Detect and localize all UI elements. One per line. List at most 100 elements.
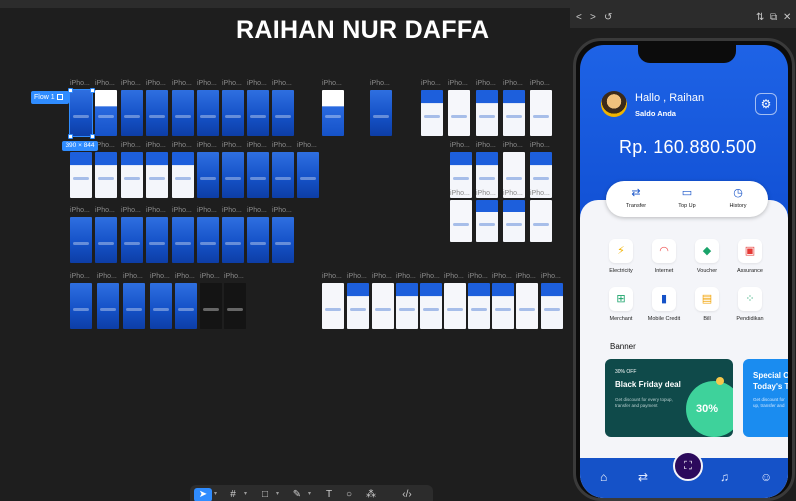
design-frame[interactable]: iPho... xyxy=(247,80,269,136)
design-frame[interactable]: iPho... xyxy=(200,273,222,329)
frame-tool-icon[interactable]: # xyxy=(224,488,242,501)
design-frame[interactable]: iPho... xyxy=(448,80,470,136)
design-frame[interactable]: iPho... xyxy=(247,207,269,263)
user-icon[interactable]: ☺ xyxy=(760,470,772,484)
design-frame[interactable]: iPho... xyxy=(247,142,269,198)
dev-mode-icon[interactable]: ‹/› xyxy=(398,488,416,501)
home-icon[interactable]: ⌂ xyxy=(600,470,607,484)
design-frame[interactable]: iPho... xyxy=(541,273,563,329)
resize-handle[interactable] xyxy=(90,134,95,139)
forward-icon[interactable]: > xyxy=(590,12,596,23)
move-tool-icon[interactable]: ➤ xyxy=(194,488,212,501)
design-frame[interactable]: iPho... xyxy=(222,142,244,198)
design-frame[interactable]: iPho... xyxy=(272,207,294,263)
service-electricity[interactable]: ⚡ Electricity xyxy=(601,239,641,274)
transfer-button[interactable]: ⇄ Transfer xyxy=(614,186,658,209)
bell-icon[interactable]: ♫ xyxy=(720,470,729,484)
service-assurance[interactable]: ▣ Assurance xyxy=(730,239,770,274)
design-frame[interactable]: iPho... xyxy=(197,80,219,136)
design-frame[interactable]: iPho... xyxy=(123,273,145,329)
design-frame[interactable]: iPho... xyxy=(197,207,219,263)
design-frame[interactable]: iPho... xyxy=(150,273,172,329)
design-frame[interactable]: iPho... xyxy=(70,207,92,263)
resize-handle[interactable] xyxy=(90,88,95,93)
design-frame[interactable]: iPho... xyxy=(322,273,344,329)
service-internet[interactable]: ◠ Internet xyxy=(644,239,684,274)
frame-thumbnail xyxy=(247,217,269,263)
design-frame[interactable]: iPho... xyxy=(146,80,168,136)
design-frame[interactable]: iPho... xyxy=(492,273,514,329)
design-frame[interactable]: iPho... xyxy=(272,80,294,136)
history-button[interactable]: ◷ History xyxy=(716,186,760,209)
design-frame[interactable]: iPho... xyxy=(222,207,244,263)
design-frame[interactable]: iPho... xyxy=(172,207,194,263)
design-frame[interactable]: iPho... xyxy=(175,273,197,329)
design-frame[interactable]: iPho... xyxy=(297,142,319,198)
design-frame[interactable]: iPho... xyxy=(396,273,418,329)
design-frame[interactable]: iPho... xyxy=(468,273,490,329)
design-frame[interactable]: iPho... xyxy=(224,273,246,329)
transfer-tab-icon[interactable]: ⇄ xyxy=(638,470,648,484)
design-frame[interactable]: iPho... xyxy=(95,207,117,263)
design-frame[interactable]: iPho... xyxy=(197,142,219,198)
resize-handle[interactable] xyxy=(68,134,73,139)
gear-icon[interactable]: ⚙ xyxy=(755,93,777,115)
design-frame[interactable]: iPho... xyxy=(370,80,392,136)
chevron-down-icon[interactable]: ▾ xyxy=(276,490,279,497)
design-frame[interactable]: iPho... xyxy=(121,142,143,198)
service-merchant[interactable]: ⊞ Merchant xyxy=(601,287,641,322)
design-frame[interactable]: iPho... xyxy=(322,80,344,136)
service-voucher[interactable]: ◆ Voucher xyxy=(687,239,727,274)
chevron-down-icon[interactable]: ▾ xyxy=(214,490,217,497)
design-frame[interactable]: iPho... xyxy=(503,190,525,242)
design-frame[interactable]: iPho... xyxy=(420,273,442,329)
topup-button[interactable]: ▭ Top Up xyxy=(665,186,709,209)
close-icon[interactable]: ✕ xyxy=(783,12,791,23)
service-bill[interactable]: ▤ Bill xyxy=(687,287,727,322)
service-mobile-credit[interactable]: ▮ Mobile Credit xyxy=(644,287,684,322)
chevron-down-icon[interactable]: ▾ xyxy=(308,490,311,497)
text-tool-icon[interactable]: T xyxy=(320,488,338,501)
banner-black-friday[interactable]: 30% OFF Black Friday deal Get discount f… xyxy=(605,359,733,437)
flow-tag[interactable]: Flow 1 xyxy=(31,91,69,104)
design-frame[interactable]: iPho... xyxy=(372,273,394,329)
design-frame[interactable]: iPho... xyxy=(476,190,498,242)
design-frame[interactable]: iPho... xyxy=(95,80,117,136)
design-frame[interactable]: iPho... xyxy=(146,142,168,198)
design-frame[interactable]: iPho... xyxy=(503,80,525,136)
open-external-icon[interactable]: ⧉ xyxy=(770,12,777,23)
options-icon[interactable]: ⇅ xyxy=(756,12,764,23)
service-pendidikan[interactable]: ⁘ Pendidikan xyxy=(730,287,770,322)
design-frame[interactable]: iPho... xyxy=(421,80,443,136)
design-frame[interactable]: iPho... xyxy=(121,80,143,136)
design-frame[interactable]: iPho... xyxy=(516,273,538,329)
avatar[interactable] xyxy=(601,91,627,117)
design-frame[interactable]: iPho... xyxy=(70,273,92,329)
design-frame[interactable]: iPho... xyxy=(450,190,472,242)
design-frame[interactable]: iPho... xyxy=(476,80,498,136)
design-frame[interactable]: iPho... xyxy=(146,207,168,263)
back-icon[interactable]: < xyxy=(576,12,582,23)
pen-tool-icon[interactable]: ✎ xyxy=(288,488,306,501)
banner-special-offer[interactable]: Special O Today's T Get discount for up, t… xyxy=(743,359,788,437)
design-frame[interactable]: iPho... xyxy=(70,142,92,198)
design-canvas[interactable]: RAIHAN NUR DAFFA iPho... iPho... iPho... iP… xyxy=(0,0,796,501)
design-frame[interactable]: iPho... xyxy=(97,273,119,329)
design-frame[interactable]: iPho... xyxy=(172,142,194,198)
design-frame[interactable]: iPho... xyxy=(530,80,552,136)
scan-qr-button[interactable]: ⛶ xyxy=(673,451,703,481)
design-frame[interactable]: iPho... xyxy=(69,80,93,137)
comment-tool-icon[interactable]: ○ xyxy=(340,488,358,501)
design-frame[interactable]: iPho... xyxy=(121,207,143,263)
actions-tool-icon[interactable]: ⁂ xyxy=(362,488,380,501)
design-frame[interactable]: iPho... xyxy=(530,190,552,242)
restart-icon[interactable]: ↺ xyxy=(604,12,612,23)
chevron-down-icon[interactable]: ▾ xyxy=(244,490,247,497)
design-frame[interactable]: iPho... xyxy=(95,142,117,198)
design-frame[interactable]: iPho... xyxy=(444,273,466,329)
design-frame[interactable]: iPho... xyxy=(172,80,194,136)
design-frame[interactable]: iPho... xyxy=(272,142,294,198)
design-frame[interactable]: iPho... xyxy=(347,273,369,329)
design-frame[interactable]: iPho... xyxy=(222,80,244,136)
rectangle-tool-icon[interactable]: □ xyxy=(256,488,274,501)
